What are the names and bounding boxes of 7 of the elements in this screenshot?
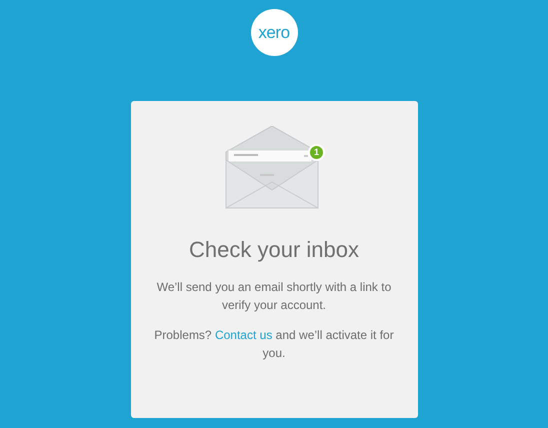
contact-link[interactable]: Contact us xyxy=(214,328,272,342)
envelope-icon xyxy=(224,126,320,210)
card-title: Check your inbox xyxy=(189,236,359,264)
logo: xero xyxy=(250,9,298,56)
help-text: Problems? Contact us and we’ll activate it for you. xyxy=(153,327,395,362)
notification-badge: 1 xyxy=(308,144,325,161)
message-text: We’ll send you an email shortly with a link to verify your account. xyxy=(156,279,392,314)
